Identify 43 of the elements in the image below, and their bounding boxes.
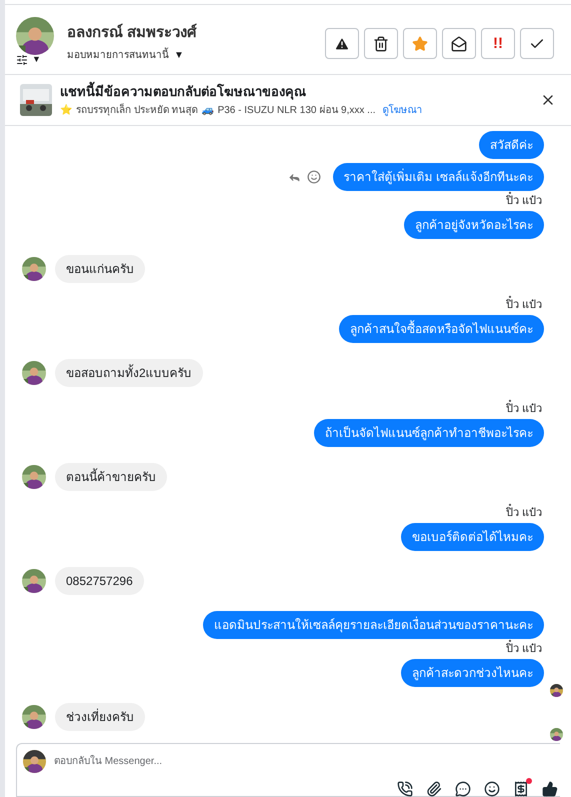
envelope-icon [451,36,467,52]
ad-detail: P36 - ISUZU NLR 130 ผ่อน 9,xxx ... [218,104,376,118]
car-emoji: 🚙 [202,104,214,118]
received-message: ช่วงเที่ยงครับ [55,703,145,731]
phone-icon[interactable] [397,781,413,797]
star-button[interactable] [403,28,437,59]
received-message: ตอนนี้ค้าขายครับ [55,463,167,491]
received-message: 0852757296 [55,567,144,595]
sent-message: ลูกค้าอยู่จังหวัดอะไรคะ [404,211,544,239]
sent-message: ลูกค้าสะดวกช่วงไหนคะ [401,659,544,687]
star-emoji: ⭐ [60,103,72,118]
sent-message: ถ้าเป็นจัดไฟแนนซ์ลูกค้าทำอาชีพอะไรคะ [314,419,544,447]
paperclip-icon[interactable] [426,781,442,797]
ad-title: แชทนี้มีข้อความตอบกลับต่อโฆษณาของคุณ [60,82,307,102]
view-ad-link[interactable]: ดูโฆษณา [382,103,422,118]
trash-icon [373,36,389,52]
sent-message: ขอเบอร์ติดต่อได้ไหมคะ [401,523,544,551]
check-button[interactable] [520,28,554,59]
sent-message: สวัสดีค่ะ [479,131,544,159]
assign-label[interactable]: มอบหมายการสนทนานี้ [67,48,169,62]
received-message: ขอสอบถามทั้ง2แบบครับ [55,359,203,387]
caret-icon[interactable]: ▼ [32,53,41,66]
trash-button[interactable] [364,28,398,59]
filter-icon[interactable] [16,54,28,66]
sent-message: ราคาใส่ตู้เพิ่มเติม เซลล์แจ้งอีกทีนะคะ [332,163,544,191]
urgent-button[interactable]: !! [481,28,515,59]
ad-subtitle: รถบรรทุกเล็ก ประหยัด ทนสุด [76,103,198,118]
reply-input[interactable]: ตอบกลับใน Messenger... [54,754,560,769]
sent-message: ลูกค้าสนใจซื้อสดหรือจัดไฟแนนซ์คะ [339,315,544,343]
star-icon [412,36,428,52]
reply-box[interactable]: ตอบกลับใน Messenger... [16,743,560,797]
envelope-button[interactable] [442,28,476,59]
exclamation-icon: !! [493,36,503,51]
warning-icon [334,36,350,52]
thumbs-up-icon[interactable] [542,781,558,797]
contact-name: อลงกรณ์ สมพระวงศ์ [67,22,198,43]
chat-icon[interactable] [455,781,471,797]
sent-message: แอดมินประสานให้เซลล์คุยรายละเอียดเงื่อนส่วนของราคานะคะ [203,611,544,639]
warning-button[interactable] [325,28,359,59]
receipt-icon[interactable] [513,781,529,797]
emoji-icon[interactable] [484,781,500,797]
caret-icon[interactable]: ▼ [174,48,184,62]
received-message: ขอนแก่นครับ [55,255,145,283]
